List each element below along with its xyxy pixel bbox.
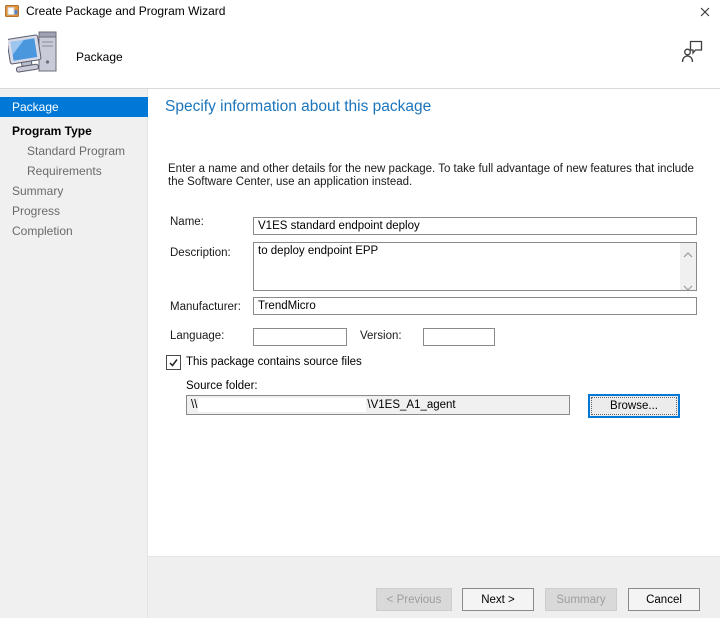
chevron-down-icon[interactable] [683,280,693,286]
version-label: Version: [360,330,402,342]
name-label: Name: [170,216,204,228]
sidebar-item-package[interactable]: Package [0,97,148,117]
next-button[interactable]: Next > [462,588,534,611]
previous-button: < Previous [376,588,452,611]
description-label: Description: [170,247,231,259]
sidebar-item-requirements[interactable]: Requirements [0,161,148,181]
wizard-steps-sidebar: Package Program Type Standard Program Re… [0,89,148,618]
source-path-suffix: \V1ES_A1_agent [367,399,455,411]
name-field[interactable] [253,217,697,235]
titlebar: Create Package and Program Wizard [0,0,720,22]
package-wizard-icon [5,4,19,18]
source-path-prefix: \\ [191,399,197,411]
page-title: Specify information about this package [165,98,431,116]
manufacturer-label: Manufacturer: [170,301,241,313]
sidebar-item-summary[interactable]: Summary [0,181,148,201]
wizard-page-content: Specify information about this package E… [148,89,720,556]
computer-icon [8,29,64,84]
summary-button: Summary [545,588,617,611]
header-page-label: Package [76,50,123,64]
language-label: Language: [170,330,224,342]
sidebar-item-completion[interactable]: Completion [0,221,148,241]
sidebar-item-program-type[interactable]: Program Type [0,121,148,141]
intro-text: Enter a name and other details for the n… [168,163,709,189]
version-field[interactable] [423,328,495,346]
manufacturer-field[interactable] [253,297,697,315]
source-path-redaction [198,398,366,412]
window-title: Create Package and Program Wizard [26,4,225,18]
wizard-footer: < Previous Next > Summary Cancel [148,556,720,618]
source-files-checkbox[interactable] [166,355,181,370]
browse-button[interactable]: Browse... [588,394,680,418]
check-mark-icon [168,357,179,368]
wizard-header: Package [0,22,720,89]
source-folder-label: Source folder: [186,380,258,392]
description-scrollbar[interactable] [680,243,696,290]
feedback-icon[interactable] [680,39,704,65]
sidebar-item-progress[interactable]: Progress [0,201,148,221]
language-field[interactable] [253,328,347,346]
source-files-checkbox-label: This package contains source files [186,356,362,368]
close-icon[interactable] [695,3,715,20]
chevron-up-icon[interactable] [683,247,693,253]
source-folder-field[interactable]: \\ \V1ES_A1_agent [186,395,570,415]
description-field[interactable]: to deploy endpoint EPP [253,242,697,291]
cancel-button[interactable]: Cancel [628,588,700,611]
description-value: to deploy endpoint EPP [258,245,678,257]
sidebar-item-standard-program[interactable]: Standard Program [0,141,148,161]
create-package-wizard-dialog: Create Package and Program Wizard [0,0,720,618]
